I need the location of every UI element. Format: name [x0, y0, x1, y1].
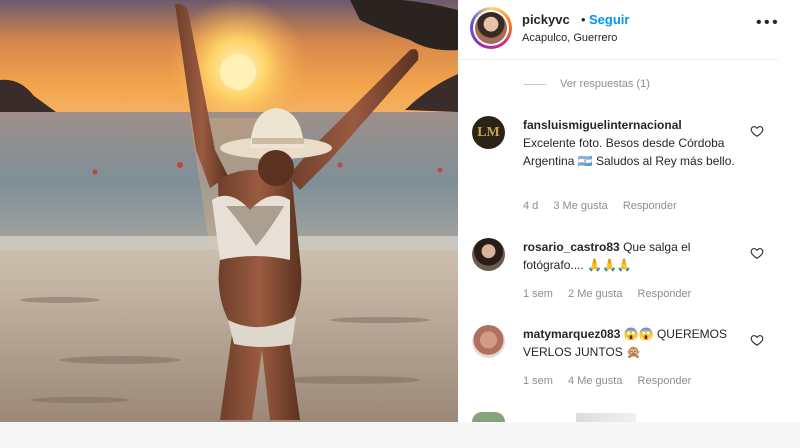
reply-button[interactable]: Responder [638, 375, 692, 387]
comment-username[interactable]: matymarquez083 [523, 327, 620, 341]
comment-time[interactable]: 1 sem [523, 375, 553, 387]
comment-avatar[interactable] [472, 325, 505, 358]
comment-text-partial [576, 413, 636, 422]
comment-body: fansluismiguelinternacional Excelente fo… [523, 116, 753, 170]
heart-icon[interactable] [750, 246, 764, 260]
lm-logo-text: LM [477, 124, 500, 140]
comment-meta: 1 sem 4 Me gusta Responder [523, 375, 703, 387]
replies-divider [524, 83, 546, 85]
comment-text: Excelente foto. Besos desde Córdoba Arge… [523, 136, 735, 168]
comment-avatar-partial [472, 412, 505, 422]
comment-likes[interactable]: 2 Me gusta [568, 288, 622, 300]
post-username[interactable]: pickyvc [522, 12, 570, 27]
comment-meta: 4 d 3 Me gusta Responder [523, 200, 689, 212]
follow-button[interactable]: Seguir [589, 12, 629, 27]
comment-time[interactable]: 4 d [523, 200, 538, 212]
view-replies-label: Ver respuestas (1) [560, 78, 650, 90]
comment-time[interactable]: 1 sem [523, 288, 553, 300]
comment-body: matymarquez083 😱😱 QUEREMOS VERLOS JUNTOS… [523, 325, 753, 361]
beach-sunset-image [0, 0, 458, 422]
heart-icon[interactable] [750, 333, 764, 347]
comment-username[interactable]: fansluismiguelinternacional [523, 116, 753, 134]
heart-icon[interactable] [750, 124, 764, 138]
avatar[interactable] [470, 7, 512, 49]
comment-likes[interactable]: 3 Me gusta [553, 200, 607, 212]
comment-meta: 1 sem 2 Me gusta Responder [523, 288, 703, 300]
post-photo[interactable] [0, 0, 458, 422]
post-header: pickyvc • Seguir Acapulco, Guerrero • • … [458, 0, 778, 60]
post-location[interactable]: Acapulco, Guerrero [522, 32, 617, 44]
separator-dot: • [581, 12, 586, 27]
comment-likes[interactable]: 4 Me gusta [568, 375, 622, 387]
comment-username[interactable]: rosario_castro83 [523, 240, 620, 254]
comment-avatar[interactable] [472, 238, 505, 271]
comment-avatar[interactable]: LM [472, 116, 505, 149]
comments-panel: pickyvc • Seguir Acapulco, Guerrero • • … [458, 0, 800, 422]
bottom-strip [0, 422, 800, 448]
reply-button[interactable]: Responder [638, 288, 692, 300]
reply-button[interactable]: Responder [623, 200, 677, 212]
view-replies-button[interactable]: Ver respuestas (1) [524, 78, 650, 92]
comment-body: rosario_castro83 Que salga el fotógrafo.… [523, 238, 753, 274]
more-options-icon[interactable]: • • • [756, 14, 778, 32]
